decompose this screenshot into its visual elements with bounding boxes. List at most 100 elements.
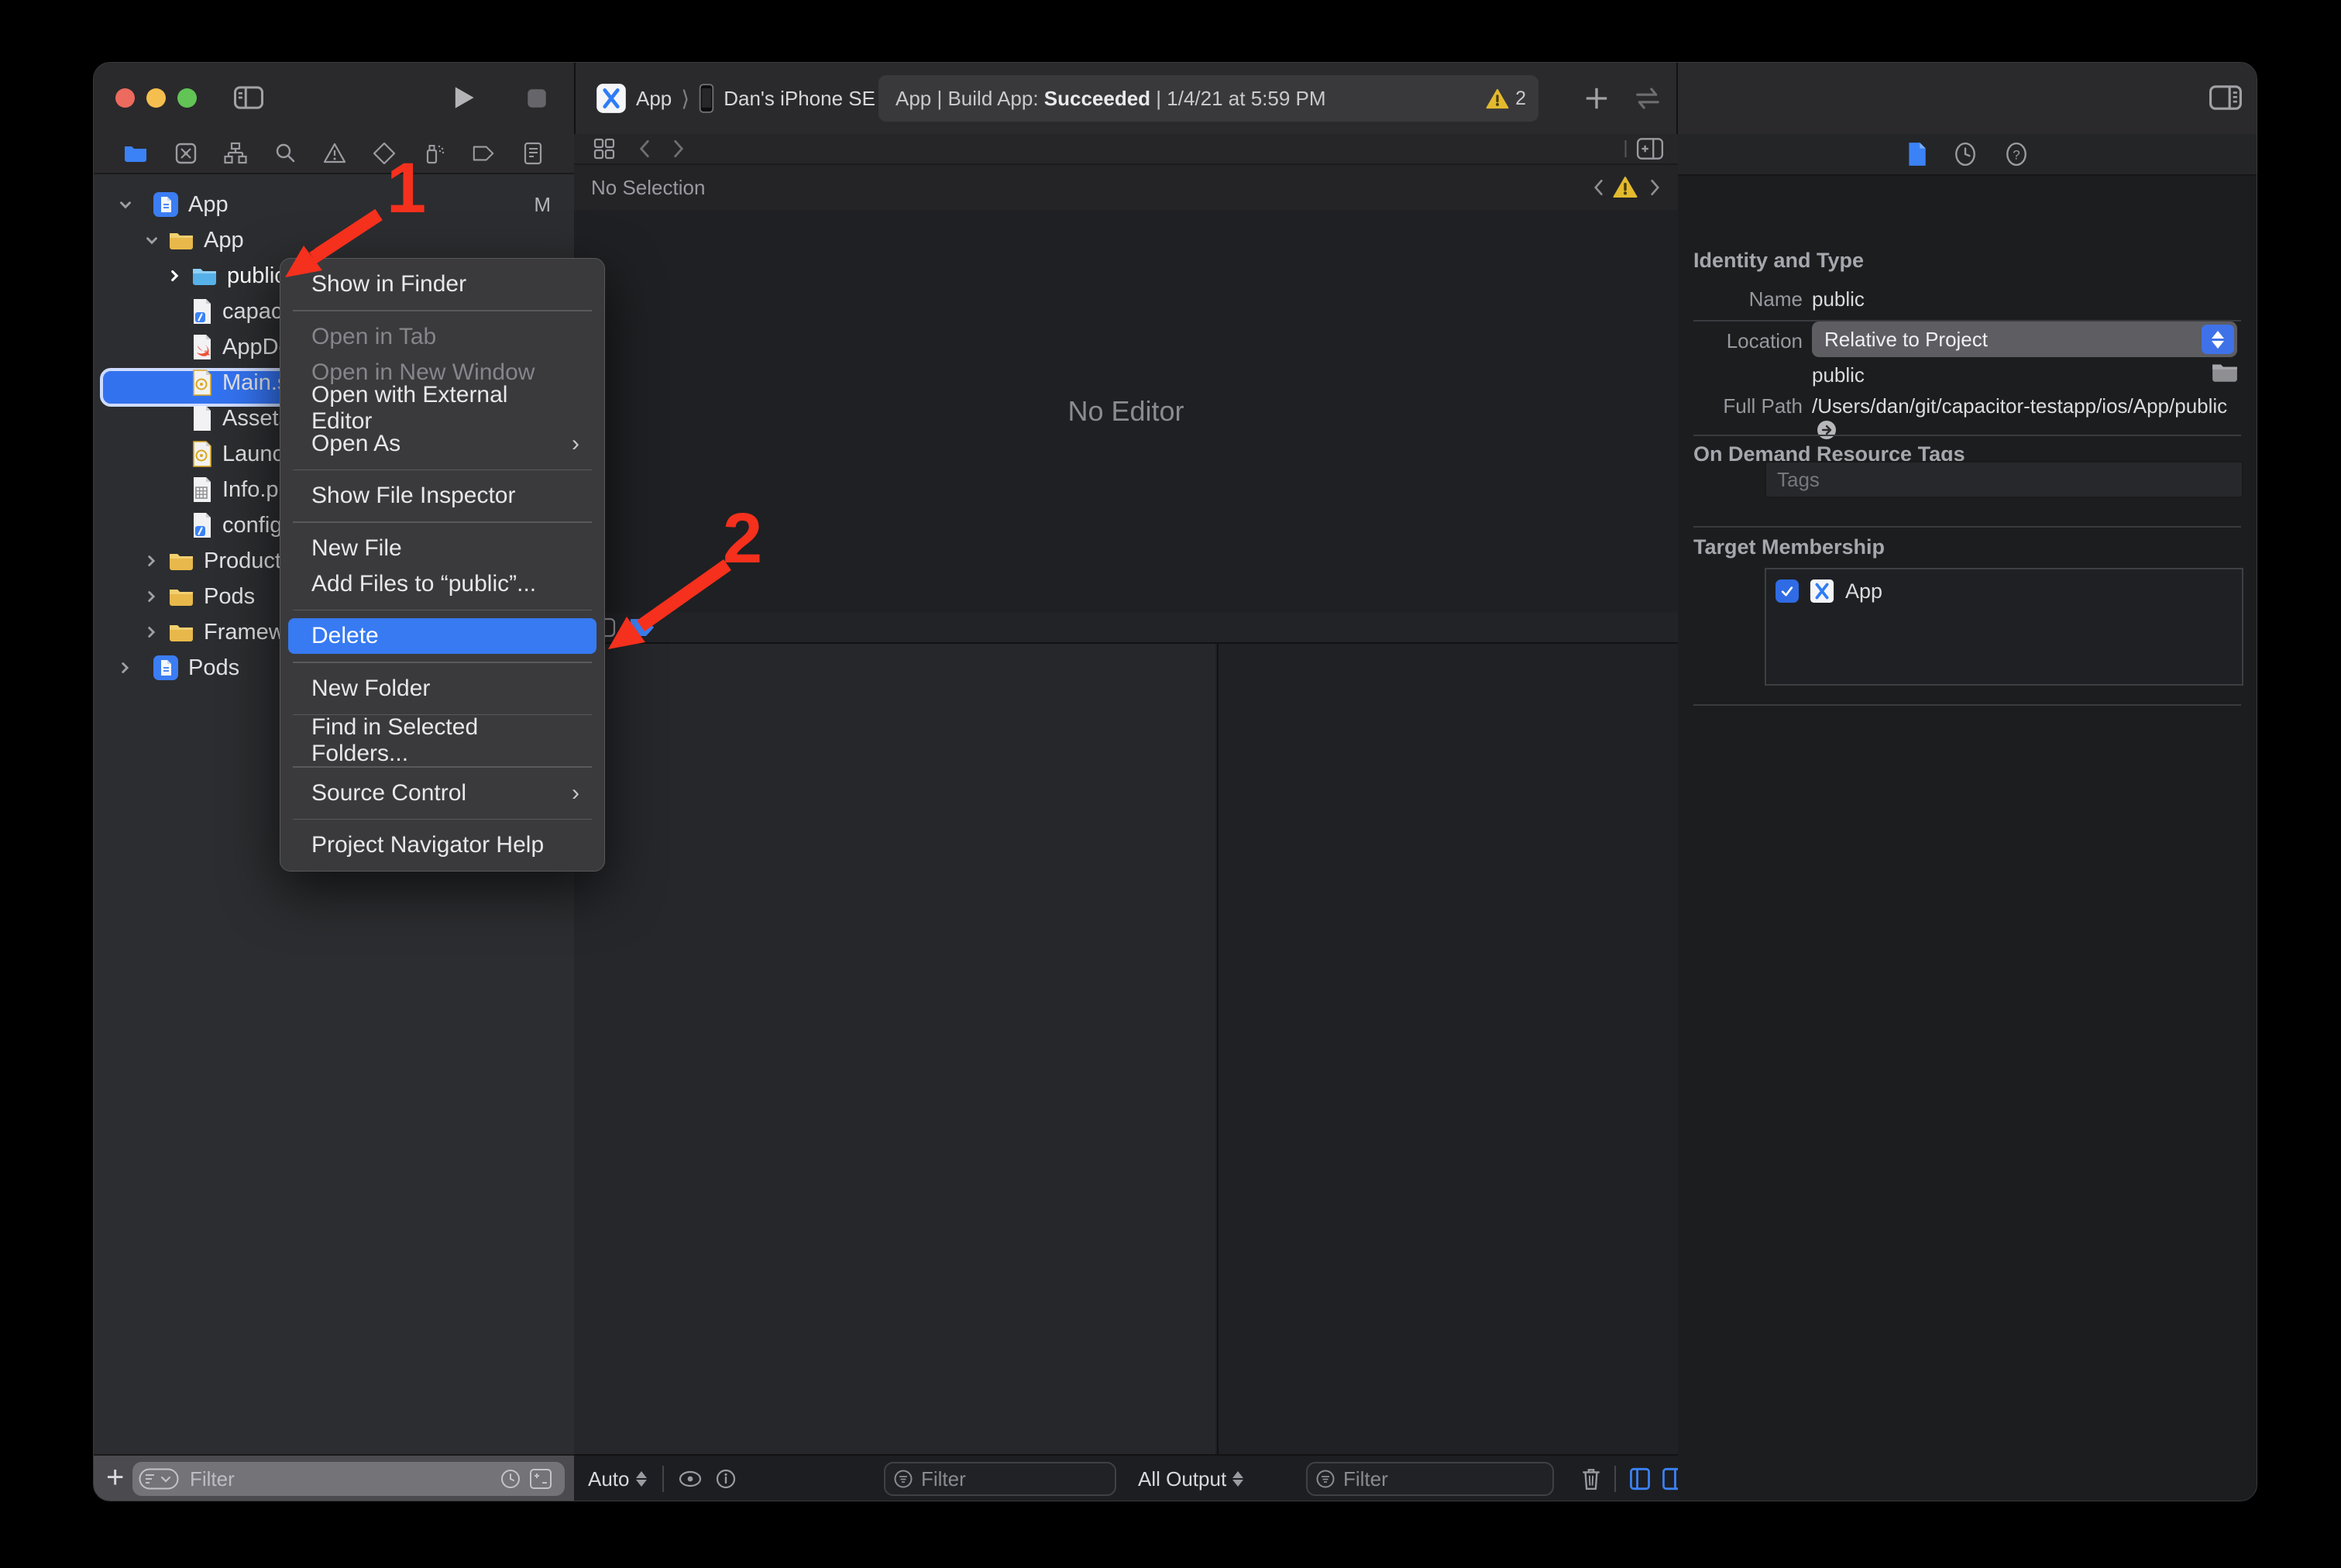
- storyboard-file-icon: [191, 370, 213, 396]
- location-dropdown[interactable]: Relative to Project: [1812, 322, 2237, 357]
- menu-item-open-as[interactable]: Open As›: [288, 426, 596, 462]
- folder-icon: [168, 550, 194, 572]
- chevron-right-icon[interactable]: [165, 267, 185, 284]
- symbol-navigator-icon[interactable]: [224, 142, 247, 165]
- menu-item-source-control[interactable]: Source Control›: [288, 775, 596, 811]
- menu-item-show-file-inspector[interactable]: Show File Inspector: [288, 478, 596, 514]
- variables-filter-field[interactable]: Filter: [884, 1462, 1116, 1496]
- tree-row-app-project[interactable]: App M: [94, 187, 574, 222]
- issue-navigator-icon[interactable]: [323, 142, 346, 165]
- console-filter-field[interactable]: Filter: [1306, 1462, 1554, 1496]
- menu-item-new-folder[interactable]: New Folder: [288, 671, 596, 707]
- run-button[interactable]: [450, 83, 476, 112]
- navigator-filter-field[interactable]: Filter: [132, 1462, 565, 1496]
- chevron-right-icon[interactable]: [142, 624, 162, 641]
- issue-forward-icon[interactable]: [1648, 178, 1662, 197]
- folder-browse-icon[interactable]: [2211, 360, 2239, 383]
- location-folder-value: public: [1812, 363, 1865, 387]
- scheme-chevron: ⟩: [681, 86, 689, 112]
- activity-view[interactable]: App | Build App: Succeeded | 1/4/21 at 5…: [878, 75, 1538, 122]
- trash-icon[interactable]: [1580, 1467, 1603, 1491]
- variables-view[interactable]: [574, 644, 1215, 1454]
- menu-item-project-navigator-help[interactable]: Project Navigator Help: [288, 827, 596, 863]
- info-icon[interactable]: [715, 1468, 737, 1490]
- name-label: Name: [1678, 287, 1803, 311]
- variables-scope-dropdown[interactable]: Auto: [588, 1467, 647, 1491]
- scheme-selector[interactable]: App ⟩ Dan's iPhone SE: [596, 80, 875, 117]
- jump-bar-warning-icon[interactable]: [1613, 176, 1638, 198]
- menu-item-show-in-finder[interactable]: Show in Finder: [288, 266, 596, 302]
- file-inspector-tab-icon[interactable]: [1906, 142, 1927, 167]
- related-items-icon[interactable]: [593, 137, 616, 160]
- menu-separator: [293, 310, 592, 311]
- console-view[interactable]: [1217, 644, 1679, 1454]
- chevron-right-icon[interactable]: [115, 659, 136, 676]
- minimize-button[interactable]: [146, 88, 166, 108]
- jump-bar[interactable]: No Selection: [574, 163, 1678, 211]
- chevron-right-icon[interactable]: [142, 588, 162, 605]
- scheme-name: App: [636, 87, 672, 111]
- editor-swap-icon: [1631, 84, 1664, 112]
- divider: [1693, 704, 2241, 706]
- source-control-navigator-icon[interactable]: [174, 142, 198, 165]
- location-label: Location: [1678, 329, 1803, 353]
- issue-back-icon[interactable]: [1591, 178, 1605, 197]
- history-inspector-tab-icon[interactable]: [1953, 142, 1978, 167]
- tab-bar-divider: [1624, 139, 1627, 159]
- inspector-toggle-icon[interactable]: [2209, 83, 2243, 112]
- project-icon: [153, 191, 179, 218]
- help-inspector-tab-icon[interactable]: ?: [2004, 142, 2029, 167]
- submenu-chevron-icon: ›: [572, 780, 579, 806]
- filter-placeholder: Filter: [1343, 1467, 1388, 1491]
- folder-icon: [168, 621, 194, 643]
- tags-input[interactable]: Tags: [1765, 461, 2243, 498]
- chevron-down-icon[interactable]: [142, 232, 162, 249]
- recent-files-icon[interactable]: [500, 1468, 521, 1490]
- svg-text:?: ?: [2013, 147, 2020, 162]
- project-navigator-icon[interactable]: [123, 143, 148, 164]
- identity-header: Identity and Type: [1693, 249, 1864, 273]
- breakpoints-flag-icon[interactable]: [630, 618, 655, 637]
- add-editor-icon[interactable]: [1636, 137, 1664, 160]
- forward-chevron-icon: [670, 138, 687, 160]
- console-output-dropdown[interactable]: All Output: [1138, 1467, 1243, 1491]
- menu-separator: [293, 610, 592, 611]
- hide-variables-pane-icon[interactable]: [1629, 1467, 1651, 1491]
- menu-separator: [293, 662, 592, 663]
- storyboard-file-icon: [191, 441, 213, 467]
- menu-item-add-files[interactable]: Add Files to “public”...: [288, 566, 596, 602]
- target-membership-row[interactable]: App: [1776, 579, 2242, 603]
- menu-item-new-file[interactable]: New File: [288, 531, 596, 566]
- menu-item-find-in-selected-folders[interactable]: Find in Selected Folders...: [288, 723, 596, 758]
- close-button[interactable]: [115, 88, 135, 108]
- name-value[interactable]: public: [1812, 287, 1865, 311]
- toolbar: App ⟩ Dan's iPhone SE App | Build App: S…: [94, 63, 2257, 136]
- zoom-button[interactable]: [177, 88, 197, 108]
- warning-badge[interactable]: 2: [1486, 88, 1526, 110]
- debug-bar: [574, 613, 1678, 644]
- filter-placeholder: Filter: [921, 1467, 966, 1491]
- quicklook-eye-icon[interactable]: [678, 1470, 703, 1488]
- divider: [1693, 526, 2241, 528]
- chevron-right-icon[interactable]: [142, 552, 162, 569]
- tree-row-app-folder[interactable]: App: [94, 222, 574, 258]
- stop-button[interactable]: [524, 86, 549, 111]
- jump-arrow-icon[interactable]: [1817, 420, 1837, 440]
- context-menu: Show in Finder Open in Tab Open in New W…: [280, 258, 605, 872]
- menu-item-delete[interactable]: Delete: [288, 618, 596, 654]
- folder-icon: [168, 229, 194, 251]
- filter-icon: [1315, 1469, 1336, 1489]
- step-1-label: 1: [387, 148, 426, 229]
- report-navigator-icon[interactable]: [521, 142, 545, 165]
- find-navigator-icon[interactable]: [273, 142, 297, 165]
- library-add-icon[interactable]: [1583, 84, 1611, 112]
- inspector-panel: ? Identity and Type Name public Location…: [1678, 134, 2257, 1501]
- sidebar-toggle-icon[interactable]: [233, 84, 264, 111]
- breakpoint-navigator-icon[interactable]: [472, 143, 495, 163]
- menu-item-open-with-external-editor[interactable]: Open with External Editor: [288, 390, 596, 426]
- chevron-down-icon[interactable]: [115, 196, 136, 213]
- source-control-filter-icon[interactable]: [529, 1468, 552, 1490]
- warning-count: 2: [1515, 88, 1526, 110]
- checkbox-checked-icon[interactable]: [1776, 579, 1799, 603]
- folder-icon: [168, 586, 194, 607]
